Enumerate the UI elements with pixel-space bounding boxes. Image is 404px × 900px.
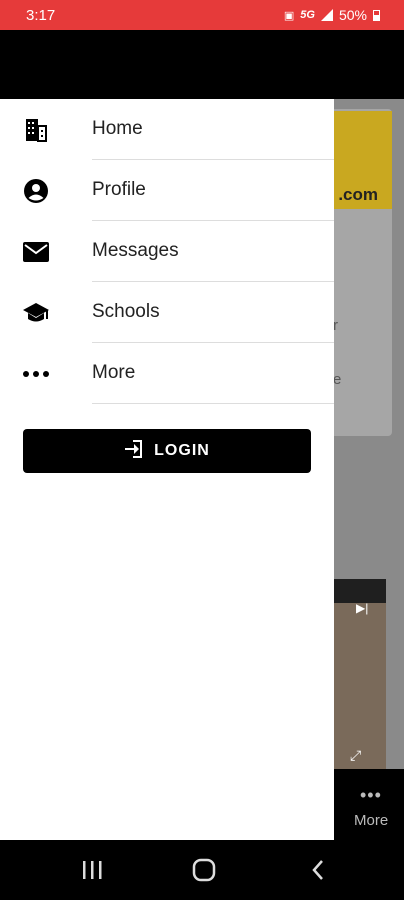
- login-button[interactable]: LOGIN: [23, 429, 311, 473]
- drawer-item-home[interactable]: Home: [0, 99, 334, 160]
- background-more-label: More: [354, 812, 389, 829]
- background-card-text-2: e: [333, 371, 342, 388]
- drawer-item-home-label: Home: [92, 118, 143, 139]
- background-more-icon: •••: [360, 785, 382, 805]
- status-icons: ▣ 5G 50%: [284, 7, 380, 23]
- mail-icon: [22, 238, 50, 266]
- drawer-item-messages[interactable]: Messages: [0, 221, 334, 282]
- signal-icon: [320, 9, 333, 21]
- building-icon: [22, 116, 50, 144]
- system-nav-bar: [0, 840, 404, 900]
- drawer-item-more-label: More: [92, 362, 136, 383]
- status-bar: 3:17 ▣ 5G 50%: [0, 0, 404, 30]
- home-icon: [192, 858, 216, 882]
- recent-apps-icon: [83, 861, 102, 879]
- background-ad-text: .com: [338, 185, 378, 204]
- back-button[interactable]: [298, 856, 338, 884]
- fullscreen-icon: ⤢: [350, 747, 362, 763]
- back-icon: [312, 860, 323, 880]
- drawer-item-more[interactable]: More: [0, 343, 334, 404]
- battery-icon: [373, 9, 380, 21]
- navigation-drawer: Home Profile Messages Schools More LOGIN: [0, 99, 334, 840]
- more-horizontal-icon: [22, 360, 50, 388]
- drawer-divider: [92, 403, 334, 404]
- login-icon: [124, 439, 144, 464]
- sim-icon: ▣: [283, 9, 295, 22]
- drawer-item-messages-label: Messages: [92, 240, 179, 261]
- app-header: [0, 30, 404, 99]
- drawer-item-schools[interactable]: Schools: [0, 282, 334, 343]
- network-type: 5G: [300, 9, 315, 21]
- account-circle-icon: [22, 177, 50, 205]
- home-button[interactable]: [184, 856, 224, 884]
- school-icon: [22, 299, 50, 327]
- drawer-item-profile-label: Profile: [92, 179, 146, 200]
- battery-percent: 50%: [338, 7, 367, 23]
- drawer-item-schools-label: Schools: [92, 301, 160, 322]
- skip-next-icon: ▶|: [356, 601, 369, 615]
- login-label: LOGIN: [154, 442, 210, 459]
- status-time: 3:17: [26, 7, 56, 24]
- recent-apps-button[interactable]: [72, 856, 112, 884]
- drawer-item-profile[interactable]: Profile: [0, 160, 334, 221]
